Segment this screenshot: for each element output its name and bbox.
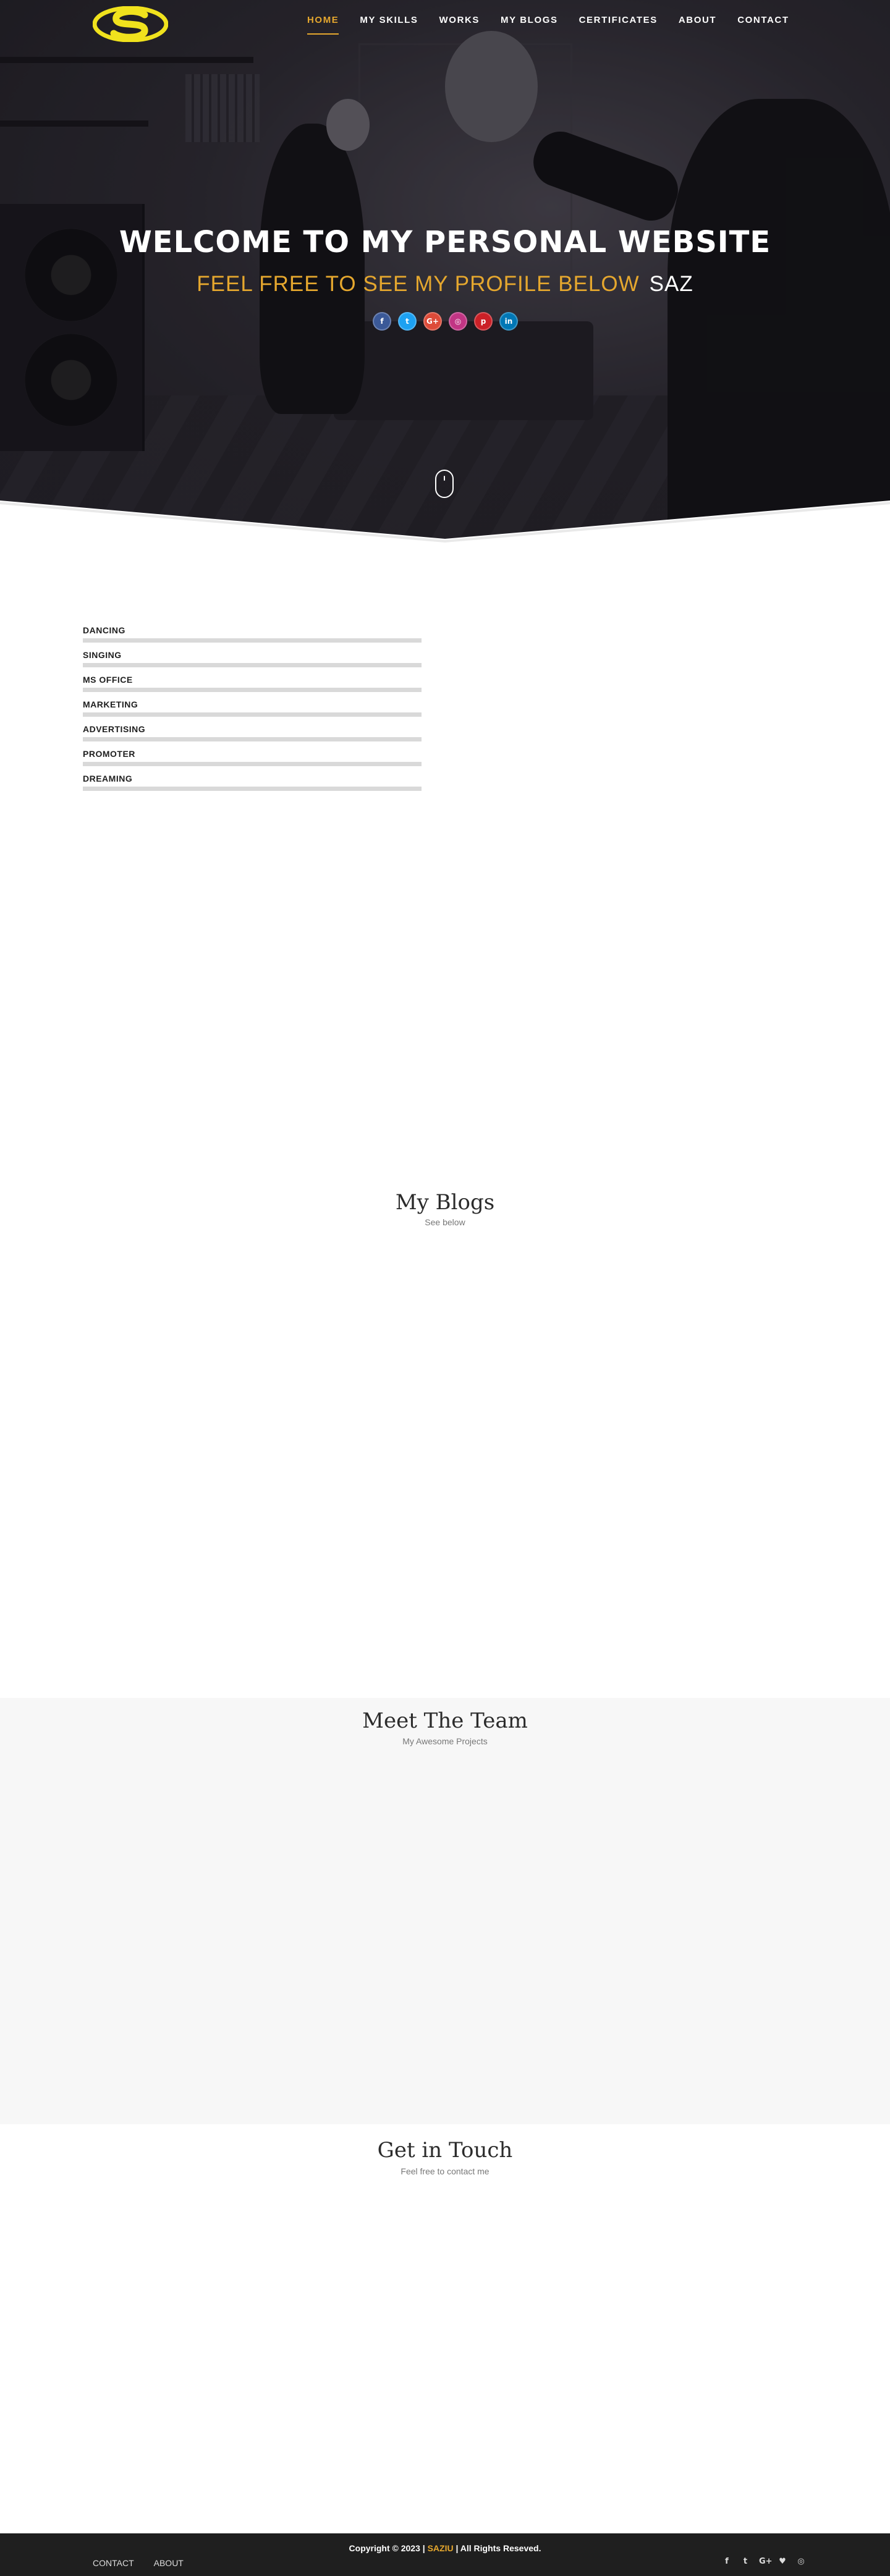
skill-label: SINGING [83, 650, 122, 660]
skill-progress-fill [83, 688, 422, 692]
nav-item-certificates[interactable]: CERTIFICATES [569, 14, 668, 31]
blogs-subtitle: See below [425, 1217, 465, 1227]
hero-subtitle: FEEL FREE TO SEE MY PROFILE BELOW SAZ [0, 272, 890, 297]
copyright-text: Copyright © 2023 | SAZIU | All Rights Re… [0, 2543, 890, 2553]
skill-label: MARKETING [83, 699, 138, 709]
pinterest-icon[interactable]: p [474, 312, 493, 331]
skill-progress-track [83, 737, 422, 741]
s-logo-icon[interactable] [93, 6, 168, 42]
team-title: Meet The Team [362, 1708, 528, 1733]
skill-label: ADVERTISING [83, 724, 146, 734]
skill-item: MARKETING [83, 699, 422, 717]
skill-progress-fill [83, 737, 422, 741]
hero-bottom-divider [0, 500, 890, 544]
mouse-scroll-icon[interactable] [435, 470, 454, 498]
footer-link-about[interactable]: ABOUT [154, 2558, 184, 2568]
skill-label: MS OFFICE [83, 675, 133, 685]
skill-item: MS OFFICE [83, 675, 422, 692]
skill-progress-track [83, 688, 422, 692]
skill-item: ADVERTISING [83, 724, 422, 741]
skill-progress-fill [83, 712, 422, 717]
skill-progress-fill [83, 638, 422, 643]
main-nav: HOME MY SKILLS WORKS MY BLOGS CERTIFICAT… [297, 14, 800, 35]
google-plus-icon[interactable]: G+ [423, 312, 442, 331]
skill-item: DREAMING [83, 774, 422, 791]
copyright-brand-link[interactable]: SAZIU [428, 2543, 454, 2553]
contact-title: Get in Touch [377, 2138, 513, 2163]
copyright-suffix: | All Rights Reseved. [456, 2543, 541, 2553]
hero-subtitle-text: FEEL FREE TO SEE MY PROFILE BELOW [197, 272, 640, 296]
nav-item-contact[interactable]: CONTACT [727, 14, 799, 31]
google-plus-icon[interactable]: G+ [759, 2557, 773, 2566]
skill-item: DANCING [83, 625, 422, 643]
twitter-icon[interactable]: t [740, 2557, 750, 2566]
skill-progress-fill [83, 663, 422, 667]
skill-progress-fill [83, 787, 422, 791]
heart-icon[interactable]: ♥ [778, 2557, 787, 2566]
skills-section: DANCING SINGING MS OFFICE MARKETING ADVE… [83, 625, 422, 798]
skill-progress-track [83, 638, 422, 643]
skill-progress-fill [83, 762, 422, 766]
nav-item-my-blogs[interactable]: MY BLOGS [490, 14, 569, 31]
contact-subtitle: Feel free to contact me [400, 2166, 490, 2176]
twitter-icon[interactable]: t [398, 312, 417, 331]
linkedin-icon[interactable]: in [499, 312, 518, 331]
instagram-icon[interactable]: ◎ [449, 312, 467, 331]
facebook-icon[interactable]: f [722, 2557, 732, 2566]
footer-links: CONTACT ABOUT [93, 2558, 184, 2568]
nav-item-about[interactable]: ABOUT [668, 14, 727, 31]
hero-typed-name: SAZ [649, 272, 693, 296]
instagram-icon[interactable]: ◎ [796, 2557, 806, 2566]
skill-progress-track [83, 712, 422, 717]
footer-link-contact[interactable]: CONTACT [93, 2558, 134, 2568]
nav-item-works[interactable]: WORKS [429, 14, 491, 31]
copyright-prefix: Copyright © 2023 | [349, 2543, 425, 2553]
nav-item-home[interactable]: HOME [297, 14, 349, 35]
skill-progress-track [83, 787, 422, 791]
team-subtitle: My Awesome Projects [402, 1736, 488, 1746]
skill-label: DANCING [83, 625, 125, 635]
blogs-title: My Blogs [395, 1190, 495, 1215]
facebook-icon[interactable]: f [373, 312, 391, 331]
footer-social-icons: f t G+ ♥ ◎ [722, 2557, 806, 2566]
nav-item-my-skills[interactable]: MY SKILLS [349, 14, 428, 31]
hero-title: WELCOME TO MY PERSONAL WEBSITE [119, 225, 771, 260]
skill-item: PROMOTER [83, 749, 422, 766]
skill-label: PROMOTER [83, 749, 135, 759]
footer: Copyright © 2023 | SAZIU | All Rights Re… [0, 2533, 890, 2576]
team-section [0, 1698, 890, 2124]
skill-progress-track [83, 663, 422, 667]
skill-item: SINGING [83, 650, 422, 667]
skill-progress-track [83, 762, 422, 766]
skill-label: DREAMING [83, 774, 133, 783]
hero-social-links: f t G+ ◎ p in [373, 312, 518, 331]
